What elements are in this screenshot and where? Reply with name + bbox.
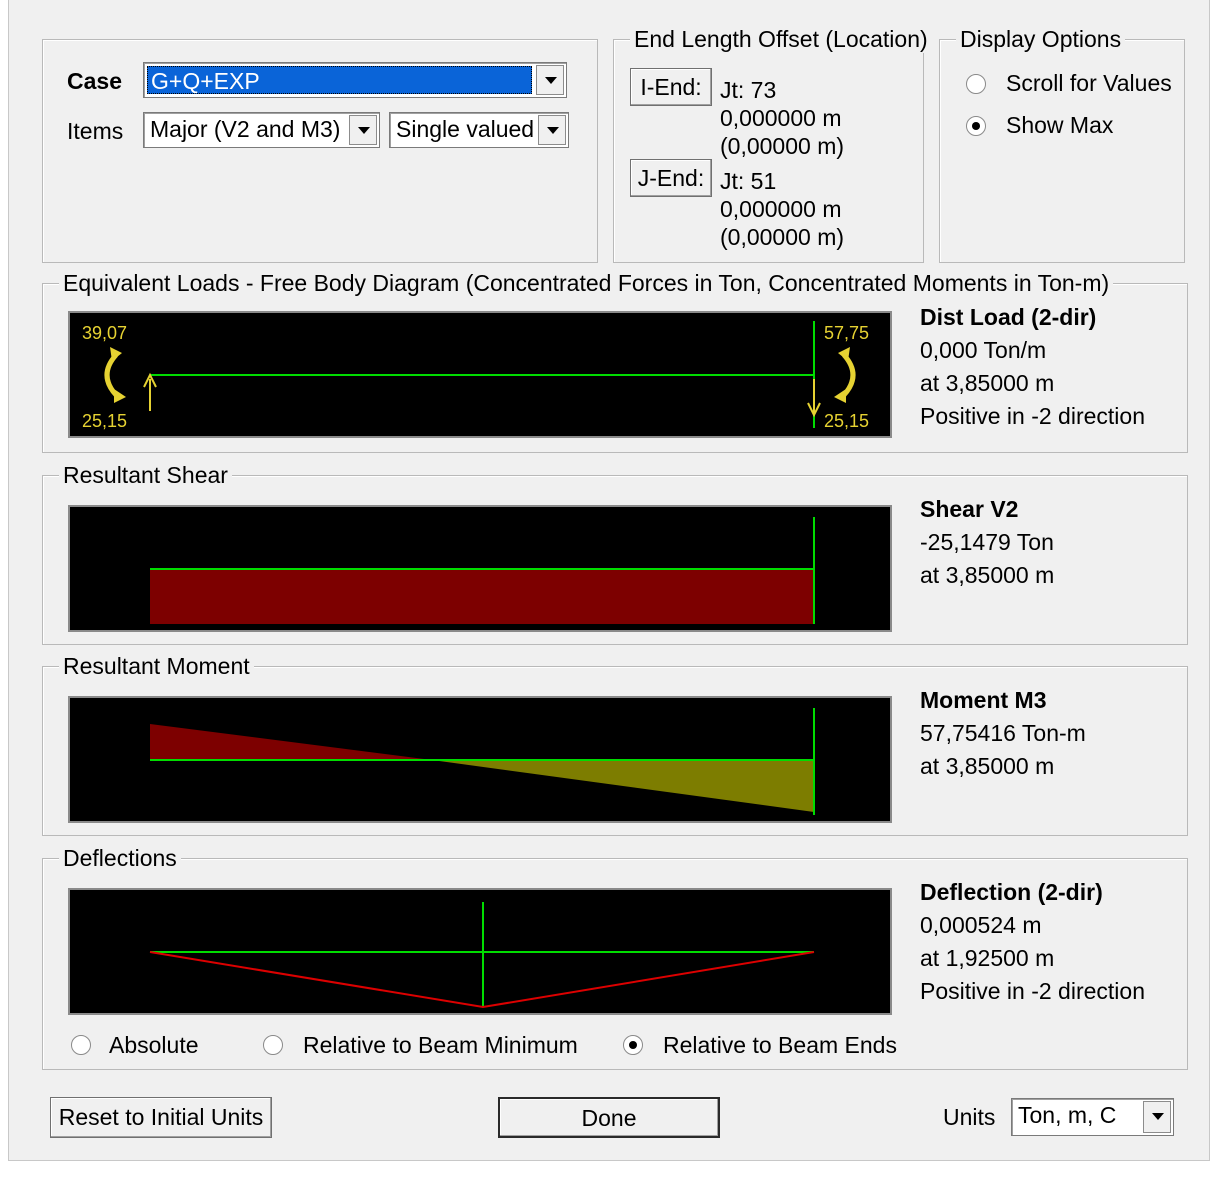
chevron-down-icon[interactable] [1143, 1101, 1171, 1133]
j-end-offset: 0,000000 m [720, 196, 842, 222]
relative-to-ends-radio[interactable] [623, 1035, 643, 1055]
deflection-value: 0,000524 m [920, 912, 1042, 938]
beam-diagram-dialog: Case G+Q+EXP Items Major (V2 and M3) Sin… [8, 0, 1210, 1161]
dist-load-title: Dist Load (2-dir) [920, 304, 1097, 330]
deflection-diagram [149, 902, 815, 1009]
display-options-title: Display Options [956, 26, 1126, 53]
i-end-button[interactable]: I-End: [630, 68, 712, 106]
i-end-location: (0,00000 m) [720, 133, 845, 159]
deflection-group: Deflections Deflection (2-dir) 0,000524 … [42, 845, 1188, 1070]
relative-to-min-label[interactable]: Relative to Beam Minimum [303, 1032, 578, 1059]
moment-arrow-right-icon [842, 353, 856, 397]
items-label: Items [67, 118, 124, 144]
deflection-plot [68, 888, 892, 1015]
end-offset-group: End Length Offset (Location) I-End: Jt: … [613, 26, 932, 263]
moment-negative-fill [150, 724, 432, 760]
items-component-combo[interactable]: Major (V2 and M3) [143, 112, 380, 148]
show-max-label[interactable]: Show Max [1006, 112, 1113, 139]
shear-plot [68, 505, 892, 632]
shear-v2-location: at 3,85000 m [920, 562, 1055, 588]
moment-m3-location: at 3,85000 m [920, 753, 1055, 779]
left-moment-value: 39,07 [82, 323, 128, 343]
show-max-radio[interactable] [966, 116, 986, 136]
scroll-for-values-radio[interactable] [966, 74, 986, 94]
display-options-group: Display Options Scroll for Values Show M… [939, 26, 1185, 263]
units-label: Units [943, 1104, 996, 1130]
dist-load-note: Positive in -2 direction [920, 403, 1145, 429]
shear-fill [150, 569, 814, 624]
j-end-joint: Jt: 51 [720, 168, 777, 194]
moment-m3-value: 57,75416 Ton-m [920, 720, 1086, 746]
items-mode-combo[interactable]: Single valued [389, 112, 569, 148]
units-value: Ton, m, C [1018, 1102, 1117, 1128]
chevron-down-icon[interactable] [536, 65, 564, 95]
case-group: Case G+Q+EXP Items Major (V2 and M3) Sin… [42, 39, 598, 263]
chevron-down-icon[interactable] [349, 115, 377, 145]
left-force-value: 25,15 [82, 411, 128, 431]
reset-units-button[interactable]: Reset to Initial Units [50, 1097, 272, 1138]
done-button[interactable]: Done [498, 1097, 720, 1138]
shear-group: Resultant Shear Shear V2 -25,1479 Ton at… [42, 462, 1188, 645]
fbd-title: Equivalent Loads - Free Body Diagram (Co… [59, 270, 1114, 297]
moment-m3-title: Moment M3 [920, 687, 1047, 713]
shear-v2-value: -25,1479 Ton [920, 529, 1054, 555]
moment-arrow-left-icon [104, 353, 118, 397]
items-component-value: Major (V2 and M3) [150, 116, 341, 142]
relative-to-min-radio[interactable] [263, 1035, 283, 1055]
units-combo[interactable]: Ton, m, C [1011, 1098, 1174, 1136]
end-offset-title: End Length Offset (Location) [630, 26, 932, 53]
deflection-note: Positive in -2 direction [920, 978, 1145, 1004]
shear-v2-title: Shear V2 [920, 496, 1019, 522]
dist-load-location: at 3,85000 m [920, 370, 1055, 396]
shear-diagram [150, 517, 815, 624]
moment-title: Resultant Moment [59, 653, 254, 680]
j-end-location: (0,00000 m) [720, 224, 845, 250]
items-mode-value: Single valued [396, 116, 535, 142]
moment-diagram [150, 708, 815, 815]
relative-to-ends-label[interactable]: Relative to Beam Ends [663, 1032, 897, 1059]
deflection-info-title: Deflection (2-dir) [920, 879, 1103, 905]
scroll-for-values-label[interactable]: Scroll for Values [1006, 70, 1172, 97]
case-label: Case [67, 68, 122, 94]
chevron-down-icon[interactable] [538, 115, 566, 145]
deflection-title: Deflections [59, 845, 181, 872]
absolute-radio[interactable] [71, 1035, 91, 1055]
moment-group: Resultant Moment Moment M3 57,75416 Ton-… [42, 653, 1188, 836]
moment-positive-fill [432, 760, 814, 812]
i-end-offset: 0,000000 m [720, 105, 842, 131]
fbd-group: Equivalent Loads - Free Body Diagram (Co… [42, 270, 1188, 453]
fbd-plot: 39,07 25,15 57,75 25,15 [68, 311, 892, 438]
deflection-location: at 1,92500 m [920, 945, 1055, 971]
right-force-value: 25,15 [824, 411, 870, 431]
shear-title: Resultant Shear [59, 462, 232, 489]
case-combo[interactable]: G+Q+EXP [143, 62, 567, 98]
moment-plot [68, 696, 892, 823]
case-value: G+Q+EXP [147, 66, 532, 94]
right-moment-value: 57,75 [824, 323, 870, 343]
absolute-label[interactable]: Absolute [109, 1032, 199, 1059]
fbd-diagram [104, 321, 856, 428]
i-end-joint: Jt: 73 [720, 77, 777, 103]
j-end-button[interactable]: J-End: [630, 159, 712, 197]
dist-load-value: 0,000 Ton/m [920, 337, 1047, 363]
